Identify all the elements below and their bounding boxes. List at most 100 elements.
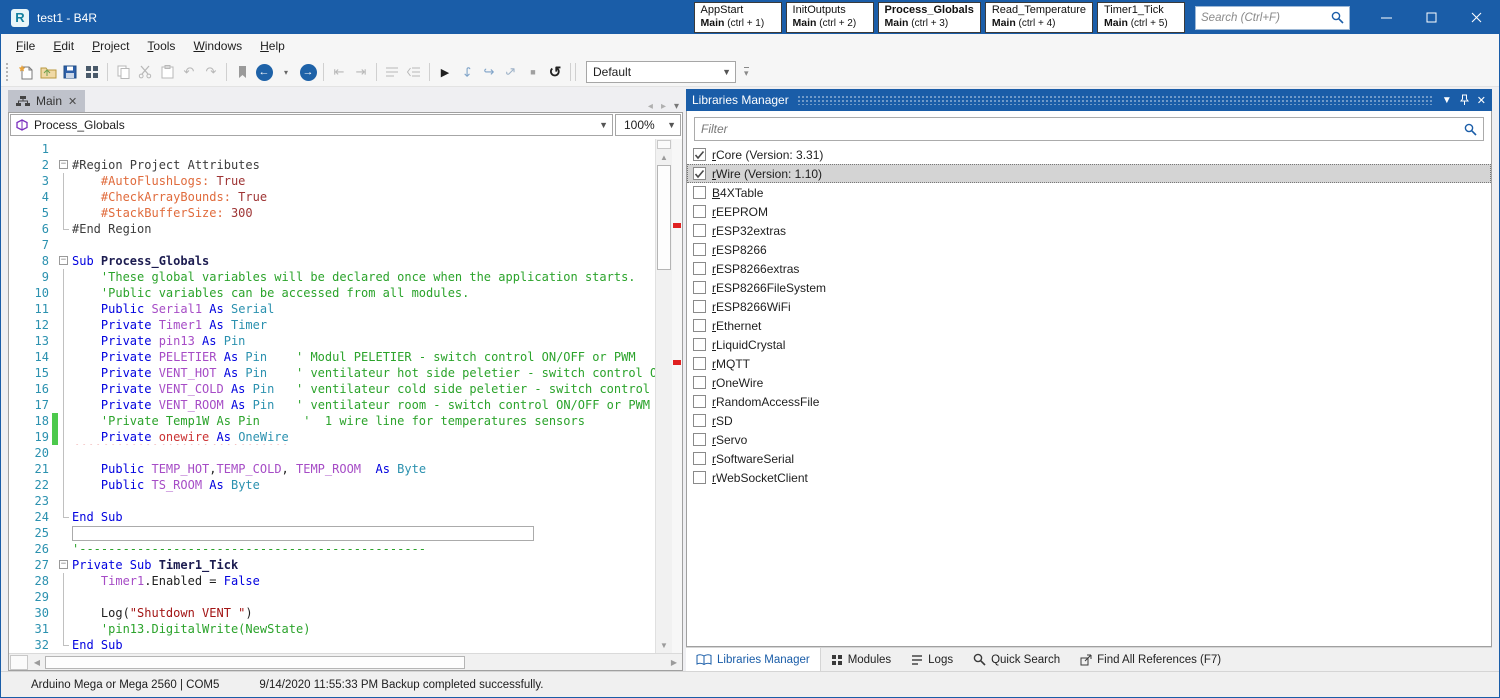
maximize-button[interactable] bbox=[1409, 1, 1454, 34]
minimize-button[interactable] bbox=[1364, 1, 1409, 34]
library-name[interactable]: rCore (Version: 3.31) bbox=[712, 148, 823, 162]
scroll-up-icon[interactable]: ▲ bbox=[656, 150, 672, 165]
horizontal-scroll-thumb[interactable] bbox=[45, 656, 465, 669]
paste-icon[interactable] bbox=[156, 60, 178, 84]
library-checkbox[interactable] bbox=[693, 376, 706, 389]
library-checkbox[interactable] bbox=[693, 338, 706, 351]
tab-scroll-left-icon[interactable]: ◂ bbox=[648, 101, 653, 112]
code-line[interactable]: 11 Public Serial1 As Serial bbox=[9, 301, 655, 317]
code-line[interactable]: 25 bbox=[9, 525, 655, 541]
code-line[interactable]: 3 #AutoFlushLogs: True bbox=[9, 173, 655, 189]
library-checkbox[interactable] bbox=[693, 300, 706, 313]
code-line[interactable]: 9 'These global variables will be declar… bbox=[9, 269, 655, 285]
code-line[interactable]: 29 bbox=[9, 589, 655, 605]
undo-icon[interactable]: ↶ bbox=[178, 60, 200, 84]
library-item[interactable]: rOneWire bbox=[687, 373, 1491, 392]
code-line[interactable]: 20 bbox=[9, 445, 655, 461]
library-item[interactable]: rLiquidCrystal bbox=[687, 335, 1491, 354]
library-item[interactable]: rEthernet bbox=[687, 316, 1491, 335]
comment-icon[interactable] bbox=[381, 60, 403, 84]
save-icon[interactable] bbox=[59, 60, 81, 84]
quick-button-read-temperature[interactable]: Read_Temperature Main (ctrl + 4) bbox=[985, 2, 1093, 33]
quick-button-process-globals[interactable]: Process_Globals Main (ctrl + 3) bbox=[878, 2, 981, 33]
cut-icon[interactable] bbox=[134, 60, 156, 84]
search-input[interactable]: Search (Ctrl+F) bbox=[1195, 6, 1350, 30]
library-name[interactable]: rESP8266 bbox=[712, 243, 767, 257]
modules-grid-icon[interactable] bbox=[81, 60, 103, 84]
toolbar-overflow-icon[interactable]: ▾ bbox=[744, 67, 749, 77]
library-item[interactable]: rESP32extras bbox=[687, 221, 1491, 240]
library-name[interactable]: rServo bbox=[712, 433, 747, 447]
code-line[interactable]: 21 Public TEMP_HOT,TEMP_COLD, TEMP_ROOM … bbox=[9, 461, 655, 477]
code-line[interactable]: 30 Log("Shutdown VENT ") bbox=[9, 605, 655, 621]
zoom-select[interactable]: 100% ▼ bbox=[615, 114, 681, 136]
library-item[interactable]: rCore (Version: 3.31) bbox=[687, 145, 1491, 164]
corner-splitter[interactable] bbox=[10, 655, 28, 670]
library-name[interactable]: rESP8266FileSystem bbox=[712, 281, 826, 295]
library-item[interactable]: rMQTT bbox=[687, 354, 1491, 373]
code-line[interactable]: 6#End Region bbox=[9, 221, 655, 237]
library-name[interactable]: rLiquidCrystal bbox=[712, 338, 785, 352]
library-checkbox[interactable] bbox=[693, 452, 706, 465]
library-checkbox[interactable] bbox=[693, 319, 706, 332]
code-line[interactable]: 19 Private onewire As OneWire bbox=[9, 429, 655, 445]
panel-drag-grip[interactable] bbox=[797, 95, 1434, 105]
code-line[interactable]: 1 bbox=[9, 141, 655, 157]
code-line[interactable]: 24End Sub bbox=[9, 509, 655, 525]
library-item[interactable]: rESP8266 bbox=[687, 240, 1491, 259]
back-history-dropdown-icon[interactable]: ▾ bbox=[275, 60, 297, 84]
close-button[interactable] bbox=[1454, 1, 1499, 34]
code-line[interactable]: 26'-------------------------------------… bbox=[9, 541, 655, 557]
library-name[interactable]: rEEPROM bbox=[712, 205, 768, 219]
library-item[interactable]: rESP8266FileSystem bbox=[687, 278, 1491, 297]
library-item[interactable]: rRandomAccessFile bbox=[687, 392, 1491, 411]
scroll-down-icon[interactable]: ▼ bbox=[656, 638, 672, 653]
bookmark-icon[interactable] bbox=[231, 60, 253, 84]
indent-icon[interactable]: ⇥ bbox=[350, 60, 372, 84]
code-line[interactable]: 31 'pin13.DigitalWrite(NewState) bbox=[9, 621, 655, 637]
code-line[interactable]: 32End Sub bbox=[9, 637, 655, 653]
code-line[interactable]: 8−Sub Process_Globals bbox=[9, 253, 655, 269]
vertical-scrollbar[interactable]: ▲ ▼ bbox=[655, 139, 672, 653]
library-checkbox[interactable] bbox=[693, 262, 706, 275]
library-checkbox[interactable] bbox=[693, 395, 706, 408]
code-line[interactable]: 27−Private Sub Timer1_Tick bbox=[9, 557, 655, 573]
library-name[interactable]: rESP32extras bbox=[712, 224, 786, 238]
sub-navigator-select[interactable]: Process_Globals ▼ bbox=[10, 114, 613, 136]
scroll-right-icon[interactable]: ▶ bbox=[666, 658, 682, 667]
menu-item-tools[interactable]: Tools bbox=[138, 36, 184, 56]
library-item[interactable]: B4XTable bbox=[687, 183, 1491, 202]
library-checkbox[interactable] bbox=[693, 243, 706, 256]
library-item[interactable]: rServo bbox=[687, 430, 1491, 449]
tab-find-all-references[interactable]: Find All References (F7) bbox=[1070, 648, 1231, 671]
library-item[interactable]: rWebSocketClient bbox=[687, 468, 1491, 487]
code-line[interactable]: 10 'Public variables can be accessed fro… bbox=[9, 285, 655, 301]
run-icon[interactable]: ▶ bbox=[434, 60, 456, 84]
rebuild-icon[interactable]: ↺ bbox=[544, 60, 566, 84]
tab-quick-search[interactable]: Quick Search bbox=[963, 648, 1070, 671]
horizontal-scrollbar[interactable]: ◀ ▶ bbox=[9, 653, 682, 670]
build-profile-select[interactable]: Default ▼ bbox=[586, 61, 736, 83]
quick-button-timer1-tick[interactable]: Timer1_Tick Main (ctrl + 5) bbox=[1097, 2, 1185, 33]
menu-item-windows[interactable]: Windows bbox=[184, 36, 251, 56]
code-line[interactable]: 23 bbox=[9, 493, 655, 509]
fold-collapse-icon[interactable]: − bbox=[59, 560, 68, 569]
library-name[interactable]: rRandomAccessFile bbox=[712, 395, 819, 409]
library-checkbox[interactable] bbox=[693, 205, 706, 218]
scroll-left-icon[interactable]: ◀ bbox=[29, 658, 45, 667]
split-editor-handle[interactable] bbox=[657, 140, 671, 149]
library-name[interactable]: rWebSocketClient bbox=[712, 471, 808, 485]
library-name[interactable]: rSoftwareSerial bbox=[712, 452, 794, 466]
toolbar-grip[interactable] bbox=[6, 63, 11, 81]
menu-item-edit[interactable]: Edit bbox=[44, 36, 83, 56]
library-item[interactable]: rSoftwareSerial bbox=[687, 449, 1491, 468]
pin-icon[interactable] bbox=[1460, 94, 1469, 106]
code-line[interactable]: 4 #CheckArrayBounds: True bbox=[9, 189, 655, 205]
code-line[interactable]: 17 Private VENT_ROOM As Pin ' ventilateu… bbox=[9, 397, 655, 413]
library-item[interactable]: rESP8266extras bbox=[687, 259, 1491, 278]
error-mark[interactable] bbox=[673, 360, 681, 365]
menu-item-file[interactable]: File bbox=[7, 36, 44, 56]
library-item[interactable]: rESP8266WiFi bbox=[687, 297, 1491, 316]
library-checkbox[interactable] bbox=[693, 281, 706, 294]
window-position-icon[interactable]: ▼ bbox=[1442, 95, 1452, 106]
